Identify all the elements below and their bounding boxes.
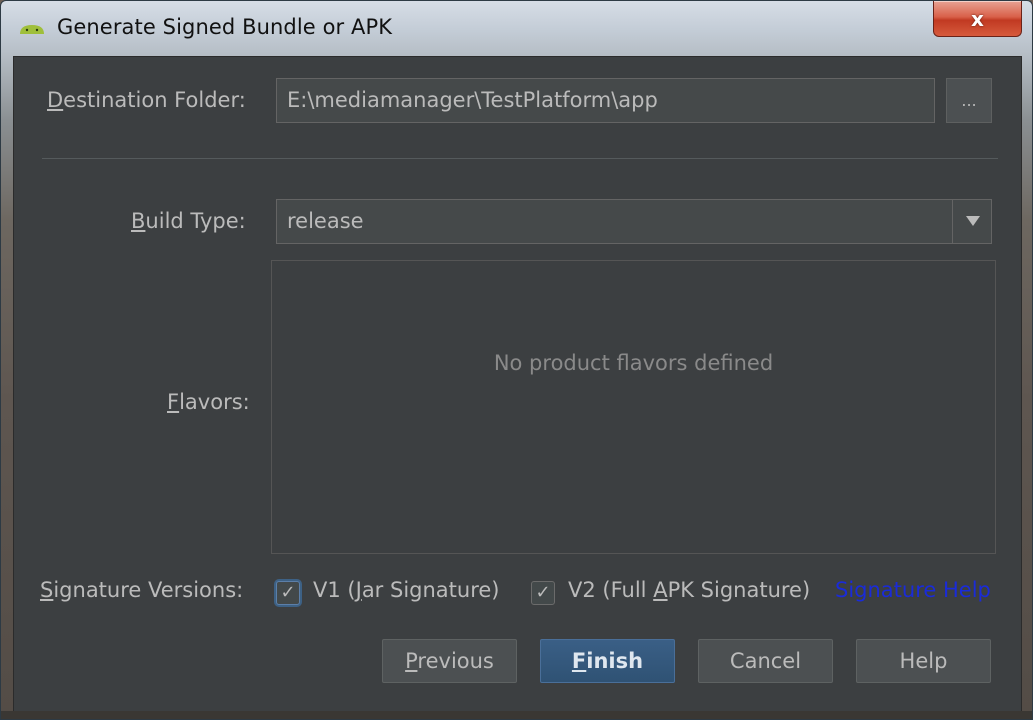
window-bottom-edge: [1, 711, 1032, 719]
dialog-content: Destination Folder: E:\mediamanager\Test…: [13, 56, 1022, 713]
signature-versions-label: Signature Versions:: [40, 578, 244, 602]
v2-checkbox-label[interactable]: V2 (Full APK Signature): [568, 578, 810, 602]
build-type-select[interactable]: release: [276, 199, 992, 244]
previous-button[interactable]: Previous: [382, 639, 517, 683]
cancel-button[interactable]: Cancel: [698, 639, 833, 683]
android-icon: [20, 25, 44, 34]
signature-help-link[interactable]: Signature Help: [835, 578, 991, 602]
finish-button[interactable]: Finish: [540, 639, 675, 683]
v2-checkbox[interactable]: ✓: [531, 581, 555, 605]
v1-checkbox[interactable]: ✓: [276, 581, 300, 605]
dialog-window: Generate Signed Bundle or APK x Destinat…: [0, 0, 1033, 720]
flavors-empty-message: No product flavors defined: [493, 351, 774, 375]
flavors-label: Flavors:: [167, 390, 250, 414]
destination-folder-label: Destination Folder:: [47, 88, 246, 112]
destination-folder-input[interactable]: E:\mediamanager\TestPlatform\app: [276, 78, 935, 123]
v1-checkbox-label[interactable]: V1 (Jar Signature): [313, 578, 500, 602]
close-button[interactable]: x: [933, 1, 1022, 37]
dropdown-separator: [952, 200, 953, 243]
help-button[interactable]: Help: [856, 639, 991, 683]
build-type-label: Build Type:: [131, 209, 246, 233]
flavors-list[interactable]: No product flavors defined: [271, 260, 996, 554]
title-bar[interactable]: Generate Signed Bundle or APK x: [1, 1, 1032, 56]
section-divider: [42, 158, 998, 159]
close-icon: x: [971, 6, 984, 31]
browse-button[interactable]: ...: [946, 78, 992, 123]
chevron-down-icon[interactable]: [966, 216, 980, 226]
window-title: Generate Signed Bundle or APK: [57, 15, 393, 39]
